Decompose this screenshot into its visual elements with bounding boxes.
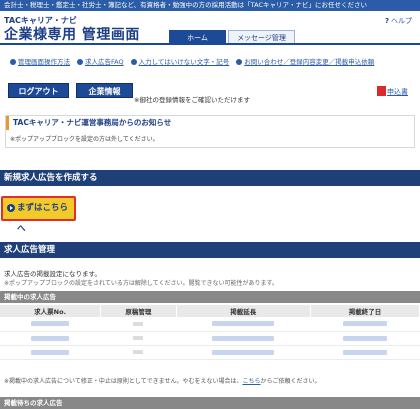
pending-ads-heading: 掲載待ちの求人広告 xyxy=(0,397,420,409)
redacted-end-date xyxy=(342,321,387,327)
col-end-date: 掲載終了日 xyxy=(310,305,420,317)
modification-note: ※掲載中の求人広告について修正・中止は原則としてできません。やむをえない場合は、… xyxy=(4,378,321,385)
request-link[interactable]: こちら xyxy=(243,378,261,385)
registration-note: ※御社の登録情報をご確認いただけます xyxy=(134,96,250,104)
company-info-button[interactable]: 企業情報 xyxy=(76,83,133,98)
table-row xyxy=(0,331,420,346)
col-ad-number: 求人票No. xyxy=(0,305,102,317)
redacted-draft[interactable] xyxy=(133,350,144,354)
help-label: ヘルプ xyxy=(391,17,412,25)
bullet-icon xyxy=(236,59,243,65)
col-draft-management: 原稿管理 xyxy=(100,305,177,317)
application-form-link[interactable]: 申込書 xyxy=(377,86,408,97)
pdf-icon xyxy=(377,86,386,96)
help-links: 管理画面操作方法 求人広告FAQ 入力してはいけない文字・記号 お問い合わせ／登… xyxy=(10,56,420,66)
nav-divider xyxy=(0,43,420,45)
notice-body: ※ポップアップブロックを設定の方は外してください。 xyxy=(10,136,159,143)
help-icon: ? xyxy=(384,17,389,25)
start-here-label: まずはこちらへ xyxy=(17,203,69,234)
active-ads-heading: 掲載中の求人広告 xyxy=(0,291,420,303)
redacted-ad-number[interactable] xyxy=(31,335,70,341)
top-banner: 会計士・税理士・鑑定士・社労士・簿記など、有資格者・勉強中の方の採用活動は「TA… xyxy=(0,0,420,11)
link-faq[interactable]: 求人広告FAQ xyxy=(77,56,124,66)
popup-block-note: ※ポップアップブロックの設定をされている方は解除してください。閲覧できない可能性… xyxy=(4,280,278,287)
redacted-draft[interactable] xyxy=(133,321,144,326)
col-extension: 掲載延長 xyxy=(176,305,311,317)
link-forbidden-chars[interactable]: 入力してはいけない文字・記号 xyxy=(130,56,229,66)
logout-button[interactable]: ログアウト xyxy=(8,83,69,98)
ad-management-description: 求人広告の掲載設定になります。 xyxy=(4,270,101,278)
header: TACキャリア・ナビ 企業様専用 管理画面 ? ヘルプ ホーム メッセージ管理 xyxy=(0,11,420,45)
help-link[interactable]: ? ヘルプ xyxy=(385,16,412,26)
notice-title: TACキャリア・ナビ運営事務局からのお知らせ xyxy=(6,116,211,130)
active-ads-table: 求人票No. 原稿管理 掲載延長 掲載終了日 xyxy=(0,305,420,360)
play-arrow-icon xyxy=(7,204,15,212)
redacted-end-date xyxy=(342,349,387,355)
table-row xyxy=(0,317,420,332)
table-row xyxy=(0,345,420,360)
ad-management-section-title: 求人広告管理 xyxy=(0,242,420,258)
notice-box: TACキャリア・ナビ運営事務局からのお知らせ ※ポップアップブロックを設定の方は… xyxy=(5,115,415,148)
redacted-ad-number[interactable] xyxy=(31,321,70,327)
link-operation-guide[interactable]: 管理画面操作方法 xyxy=(10,56,70,66)
bullet-icon xyxy=(77,59,83,65)
bullet-icon xyxy=(10,59,16,65)
redacted-extension[interactable] xyxy=(212,349,275,355)
redacted-end-date xyxy=(342,335,387,341)
redacted-extension[interactable] xyxy=(212,335,275,341)
start-here-button[interactable]: まずはこちらへ xyxy=(1,196,76,234)
table-header-row: 求人票No. 原稿管理 掲載延長 掲載終了日 xyxy=(0,305,420,317)
redacted-draft[interactable] xyxy=(133,336,144,340)
application-label: 申込書 xyxy=(387,88,408,96)
new-ad-section-title: 新規求人広告を作成する xyxy=(0,170,420,186)
bullet-icon xyxy=(130,59,137,65)
redacted-ad-number[interactable] xyxy=(31,349,70,355)
redacted-extension[interactable] xyxy=(212,321,275,327)
page-title[interactable]: 企業様専用 管理画面 xyxy=(4,24,140,44)
link-contact[interactable]: お問い合わせ／登録内容変更／掲載申込依頼 xyxy=(236,56,374,66)
